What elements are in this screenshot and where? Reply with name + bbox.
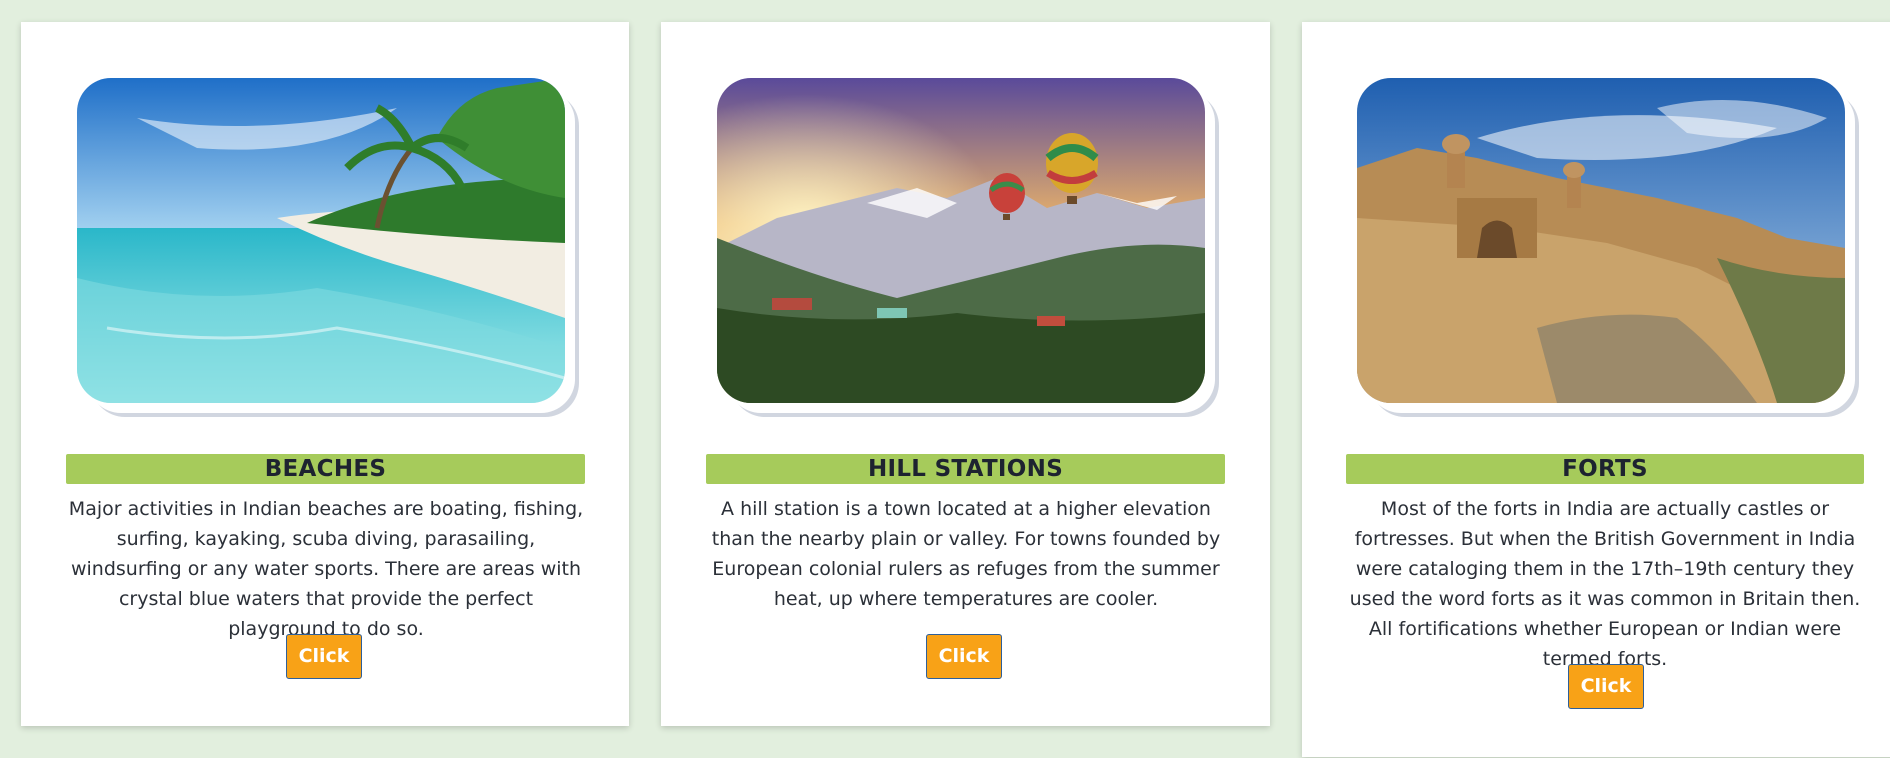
card-beaches: BEACHES Major activities in Indian beach… (21, 22, 629, 726)
hill-station-scene (717, 78, 1205, 403)
card-title: BEACHES (66, 454, 585, 484)
beach-image (77, 78, 565, 403)
card-title: HILL STATIONS (706, 454, 1225, 484)
fort-scene (1357, 78, 1845, 403)
beach-scene (77, 78, 565, 403)
click-button[interactable]: Click (1568, 664, 1644, 709)
card-title: FORTS (1346, 454, 1864, 484)
card-description: Most of the forts in India are actually … (1349, 498, 1861, 670)
card-hill-stations: HILL STATIONS A hill station is a town l… (661, 22, 1270, 726)
card-description: Major activities in Indian beaches are b… (68, 498, 584, 640)
card-forts: FORTS Most of the forts in India are act… (1302, 22, 1890, 757)
card-description: A hill station is a town located at a hi… (711, 498, 1221, 610)
click-button[interactable]: Click (286, 634, 362, 679)
hill-station-image (717, 78, 1205, 403)
click-button[interactable]: Click (926, 634, 1002, 679)
fort-image (1357, 78, 1845, 403)
